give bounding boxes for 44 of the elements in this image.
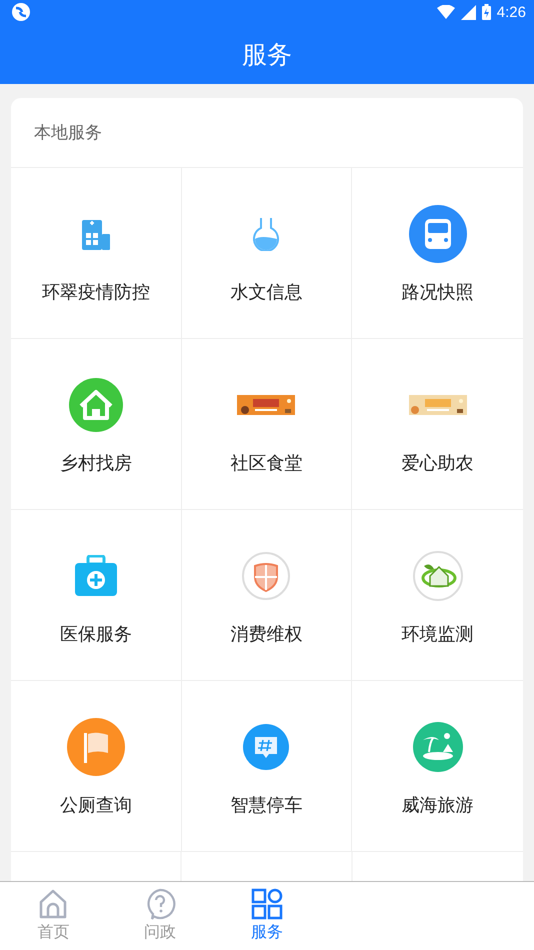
page-title: 服务 [242,38,292,70]
status-time: 4:26 [496,4,526,20]
bus-icon [408,205,467,263]
home-icon [37,888,70,920]
wifi-icon [436,5,455,19]
shield-icon [241,551,292,601]
service-item[interactable]: 威海旅游 [352,681,523,852]
hospital-icon [80,218,112,250]
service-label: 环境监测 [402,623,474,646]
service-label: 公厕查询 [60,794,132,817]
service-label: 乡村找房 [60,452,132,475]
island-icon [412,722,463,772]
service-label: 路况快照 [402,281,474,304]
service-label: 水文信息 [230,281,302,304]
signal-icon [460,4,476,20]
chat-hash-icon [243,724,290,770]
service-label: 环翠疫情防控 [42,281,150,304]
service-label: 消费维权 [230,623,302,646]
service-item[interactable]: 环境监测 [352,510,523,681]
flag-icon [66,718,125,776]
service-item[interactable]: 乡村找房 [11,339,182,510]
service-label: 爱心助农 [402,452,474,475]
battery-icon [482,4,491,20]
service-item[interactable]: 社区食堂 [182,339,352,510]
service-item[interactable]: 水文信息 [182,168,352,339]
app-logo-icon [12,3,30,21]
grid-icon [250,888,283,920]
medical-kit-icon [74,555,118,597]
flask-icon [253,217,280,251]
service-item[interactable]: 智慧停车 [182,681,352,852]
service-item[interactable]: 公厕查询 [11,681,182,852]
service-label: 智慧停车 [230,794,302,817]
service-label: 医保服务 [60,623,132,646]
service-label: 社区食堂 [230,452,302,475]
nav-tab[interactable]: 服务 [214,882,320,950]
service-item[interactable]: 环翠疫情防控 [11,168,182,339]
eco-house-icon [412,550,464,602]
service-item[interactable]: 消费维权 [182,510,352,681]
service-label: 威海旅游 [402,794,474,817]
service-item[interactable]: 路况快照 [352,168,523,339]
service-item[interactable]: 爱心助农 [352,339,523,510]
house-icon [68,378,123,432]
service-item[interactable]: 医保服务 [11,510,182,681]
section-title: 本地服务 [34,122,102,144]
